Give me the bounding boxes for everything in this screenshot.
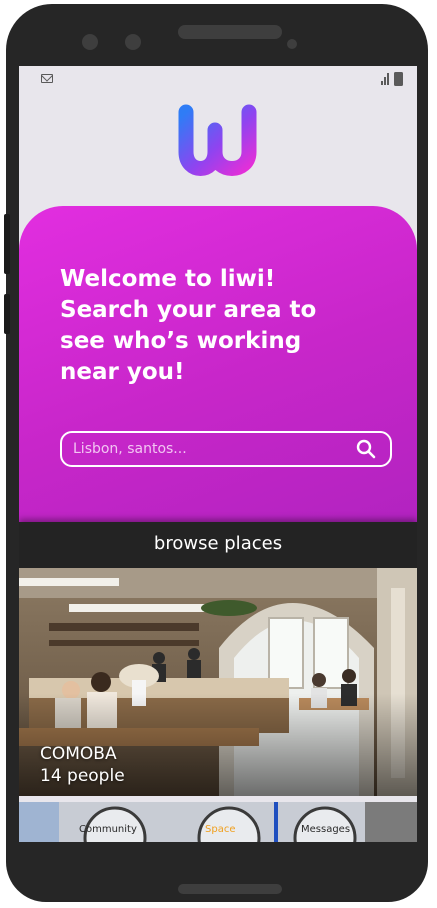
power-button (4, 294, 10, 334)
front-camera (82, 34, 98, 50)
place-people-count: 14 people (40, 766, 125, 786)
earpiece (178, 25, 282, 39)
bottom-tab-bar: Community Space Messages (19, 802, 417, 842)
browse-places-title: browse places (153, 533, 283, 554)
welcome-line-1: Welcome to liwi! (60, 266, 276, 292)
welcome-line-2: Search your area to (60, 297, 317, 323)
welcome-hero: Welcome to liwi! Search your area to see… (19, 206, 417, 522)
battery-icon (394, 72, 403, 86)
signal-icon (381, 73, 390, 85)
tab-space-label: Space (205, 824, 236, 835)
mail-icon (41, 74, 53, 83)
tab-messages-label: Messages (301, 824, 351, 835)
browse-places-header: browse places (19, 522, 417, 568)
welcome-line-4: near you! (60, 359, 185, 385)
welcome-heading: Welcome to liwi! Search your area to see… (60, 264, 380, 388)
volume-button (4, 214, 10, 274)
search-placeholder: Lisbon, santos... (73, 441, 187, 457)
place-name: COMOBA (40, 744, 117, 764)
proximity-sensor (125, 34, 141, 50)
search-input[interactable]: Lisbon, santos... (60, 431, 392, 467)
place-card-comoba[interactable]: COMOBA 14 people (19, 568, 417, 796)
search-icon[interactable] (356, 439, 376, 459)
tab-space[interactable]: Space (195, 802, 265, 842)
app-screen: Welcome to liwi! Search your area to see… (19, 66, 417, 842)
light-sensor (287, 39, 297, 49)
welcome-line-3: see who’s working (60, 328, 302, 354)
status-bar (19, 66, 417, 94)
tab-community-label: Community (79, 824, 137, 835)
liwi-logo-icon (178, 104, 257, 176)
tab-community[interactable]: Community (75, 802, 155, 842)
home-indicator (178, 884, 282, 894)
tab-messages[interactable]: Messages (295, 802, 375, 842)
